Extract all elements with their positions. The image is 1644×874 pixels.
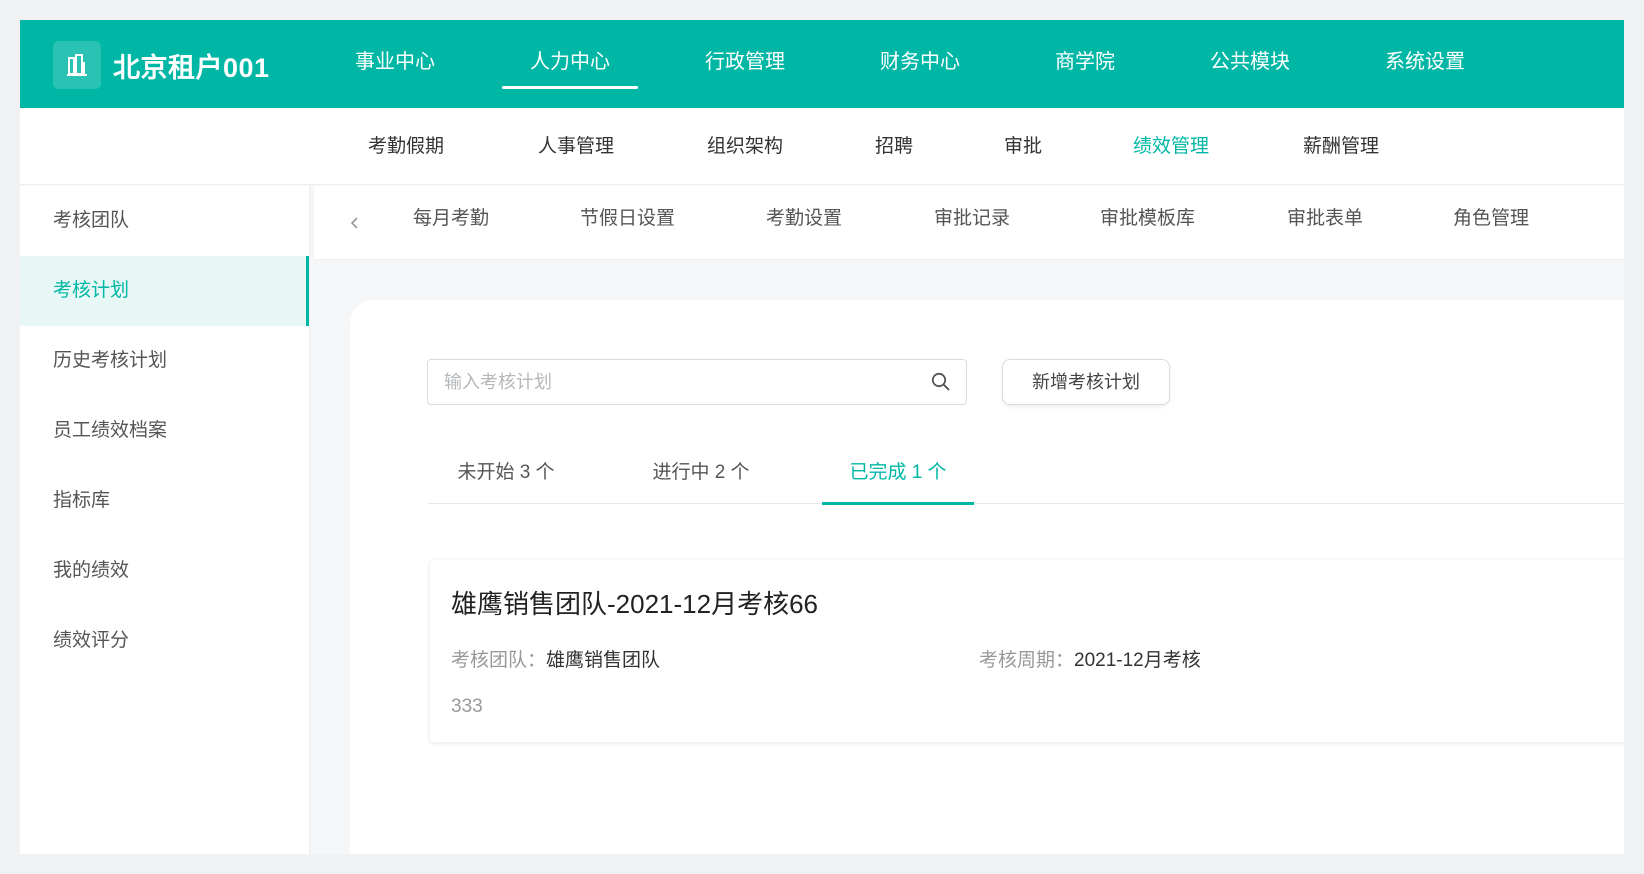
brand[interactable]: 北京租户001 — [53, 41, 270, 89]
top-nav-admin[interactable]: 行政管理 — [670, 20, 820, 108]
tab-not-started[interactable]: 未开始 3 个 — [451, 450, 561, 504]
tab-in-progress[interactable]: 进行中 2 个 — [646, 450, 756, 504]
module-navbar: 考勤假期 人事管理 组织架构 招聘 审批 绩效管理 薪酬管理 — [20, 108, 1624, 185]
module-tab-salary[interactable]: 薪酬管理 — [1271, 108, 1411, 185]
plan-period-label: 考核周期： — [979, 650, 1075, 671]
brand-name: 北京租户001 — [113, 52, 270, 83]
top-nav-public-module[interactable]: 公共模块 — [1175, 20, 1325, 108]
sub-tab-approval-templates[interactable]: 审批模板库 — [1100, 186, 1195, 260]
sidebar-item-review-team[interactable]: 考核团队 — [20, 186, 309, 256]
sidebar-item-history-plan[interactable]: 历史考核计划 — [20, 326, 309, 396]
top-nav-academy[interactable]: 商学院 — [1010, 20, 1160, 108]
sub-tab-role-management[interactable]: 角色管理 — [1453, 186, 1529, 260]
module-tab-performance[interactable]: 绩效管理 — [1101, 108, 1241, 185]
search-input[interactable] — [428, 360, 918, 404]
plan-team: 考核团队：雄鹰销售团队 — [451, 645, 660, 672]
module-tab-personnel[interactable]: 人事管理 — [506, 108, 646, 185]
sidebar-item-indicator-library[interactable]: 指标库 — [20, 466, 309, 536]
building-icon — [53, 41, 101, 89]
sidebar-item-review-plan[interactable]: 考核计划 — [20, 256, 309, 326]
sub-tab-attendance-settings[interactable]: 考勤设置 — [766, 186, 842, 260]
plan-card[interactable]: 雄鹰销售团队-2021-12月考核66 考核团队：雄鹰销售团队 考核周期：202… — [430, 560, 1624, 742]
plan-period-value: 2021-12月考核 — [1074, 650, 1201, 671]
sidebar: 考核团队 考核计划 历史考核计划 员工绩效档案 指标库 我的绩效 绩效评分 — [20, 186, 310, 854]
module-tab-attendance[interactable]: 考勤假期 — [336, 108, 476, 185]
top-navbar: 北京租户001 事业中心 人力中心 行政管理 财务中心 商学院 公共模块 系统设… — [20, 20, 1624, 108]
sub-tab-monthly-attendance[interactable]: 每月考勤 — [413, 186, 489, 260]
add-review-plan-button[interactable]: 新增考核计划 — [1002, 359, 1170, 405]
top-nav-finance[interactable]: 财务中心 — [845, 20, 995, 108]
tab-completed[interactable]: 已完成 1 个 — [822, 450, 974, 505]
search-box — [427, 359, 967, 405]
sidebar-item-performance-rating[interactable]: 绩效评分 — [20, 606, 309, 676]
plan-team-value: 雄鹰销售团队 — [546, 650, 661, 671]
app-window: 北京租户001 事业中心 人力中心 行政管理 财务中心 商学院 公共模块 系统设… — [20, 20, 1624, 854]
top-nav-system-settings[interactable]: 系统设置 — [1350, 20, 1500, 108]
sidebar-item-employee-archive[interactable]: 员工绩效档案 — [20, 396, 309, 466]
sub-tab-approval-records[interactable]: 审批记录 — [934, 186, 1010, 260]
plan-team-label: 考核团队： — [451, 650, 547, 671]
status-tabs: 未开始 3 个 进行中 2 个 已完成 1 个 — [428, 450, 1624, 505]
module-tab-recruitment[interactable]: 招聘 — [824, 108, 964, 185]
top-nav-business-center[interactable]: 事业中心 — [320, 20, 470, 108]
content-panel: 新增考核计划 未开始 3 个 进行中 2 个 已完成 1 个 雄鹰销售团队-20… — [350, 300, 1624, 854]
sub-navbar: 每月考勤 节假日设置 考勤设置 审批记录 审批模板库 审批表单 角色管理 — [314, 186, 1624, 260]
sidebar-item-my-performance[interactable]: 我的绩效 — [20, 536, 309, 606]
sub-tab-holiday-settings[interactable]: 节假日设置 — [580, 186, 675, 260]
module-tab-organization[interactable]: 组织架构 — [675, 108, 815, 185]
sub-tab-approval-forms[interactable]: 审批表单 — [1287, 186, 1363, 260]
plan-title: 雄鹰销售团队-2021-12月考核66 — [451, 589, 818, 619]
plan-description: 333 — [451, 696, 483, 717]
search-icon[interactable] — [930, 371, 952, 393]
module-tab-approval[interactable]: 审批 — [953, 108, 1093, 185]
chevron-left-icon[interactable] — [344, 186, 364, 260]
plan-period: 考核周期：2021-12月考核 — [979, 645, 1201, 672]
top-nav-hr-center[interactable]: 人力中心 — [495, 20, 645, 108]
